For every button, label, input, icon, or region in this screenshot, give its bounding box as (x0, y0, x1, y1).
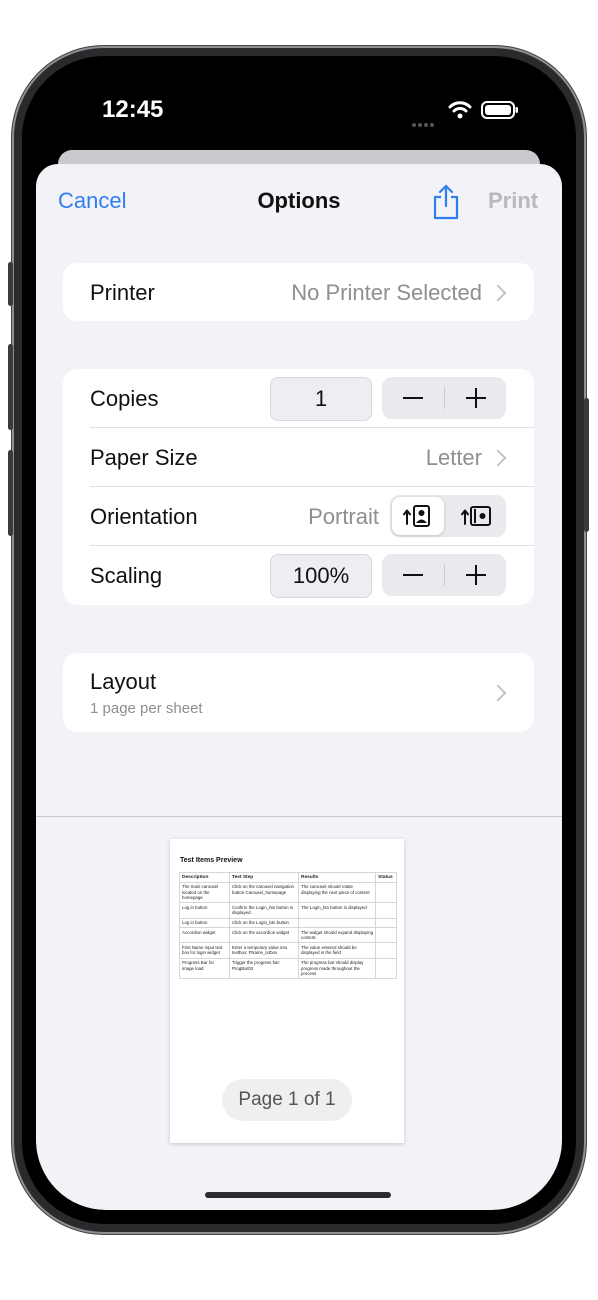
layout-label: Layout (90, 669, 157, 694)
chevron-right-icon (489, 684, 507, 702)
preview-title: Test Items Preview (180, 857, 243, 864)
orientation-label: Orientation (90, 504, 198, 529)
preview-table-cell (375, 927, 397, 944)
preview-column-header: Results (298, 872, 376, 883)
print-preview-page[interactable]: Test Items Preview Description Test Step R… (170, 839, 404, 1143)
divider (90, 545, 534, 546)
preview-table-cell: Enter a temporary value into textbox: FN… (229, 942, 299, 959)
page-indicator: Page 1 of 1 (222, 1079, 352, 1121)
preview-table-row: First Name input text box for login widg… (179, 942, 397, 959)
copies-stepper[interactable] (382, 377, 506, 419)
copies-value[interactable]: 1 (270, 377, 372, 421)
preview-table-row: Log in button Confirm the Login_btn butto… (179, 902, 397, 919)
scaling-stepper[interactable] (382, 554, 506, 596)
preview-table-cell (375, 942, 397, 959)
print-settings-group: Copies 1 Paper Size Letter Orientation P… (63, 369, 534, 605)
preview-table-cell: Log in button (179, 917, 230, 929)
printer-row[interactable]: Printer No Printer Selected (63, 263, 534, 321)
printer-value: No Printer Selected (291, 280, 482, 305)
signal-dots (412, 114, 436, 132)
preview-table-row: Log in button Click on the Login_btn butt… (179, 917, 397, 929)
orientation-value: Portrait (308, 504, 379, 529)
preview-table-cell (298, 917, 376, 929)
preview-table-cell: The value entered should be displayed in… (298, 942, 376, 959)
layout-sublabel: 1 page per sheet (90, 700, 203, 717)
preview-table-cell: The widget should expand displaying cont… (298, 927, 376, 944)
orientation-segmented-control[interactable] (390, 495, 506, 537)
preview-table-cell: First Name input text box for login widg… (179, 942, 230, 959)
copies-label: Copies (90, 386, 159, 411)
print-options-sheet: Cancel Options Print Printer No Printer … (36, 164, 562, 1210)
divider (90, 427, 534, 428)
preview-table-cell: The main carousel located on the homepag… (179, 881, 230, 904)
preview-table-cell: The progress bar should display progress… (298, 957, 376, 980)
preview-table-cell: Click on the accordion widget (229, 927, 299, 944)
volume-down-button (8, 450, 13, 536)
preview-table-cell (375, 902, 397, 919)
preview-table-cell (375, 917, 397, 929)
mute-switch (8, 262, 13, 306)
preview-table-row: Progress Bar for image load Trigger the p… (179, 957, 397, 980)
landscape-orientation-icon[interactable] (460, 504, 492, 528)
preview-table-cell: The carousel should rotate displaying th… (298, 881, 376, 904)
share-icon[interactable] (432, 184, 460, 220)
preview-table-cell (375, 957, 397, 980)
scaling-value[interactable]: 100% (270, 554, 372, 598)
volume-up-button (8, 344, 13, 430)
status-time: 12:45 (102, 96, 164, 123)
preview-table-row: The main carousel located on the homepag… (179, 881, 397, 904)
wifi-icon (448, 101, 472, 119)
minus-icon[interactable] (403, 574, 423, 576)
preview-column-header: Status (375, 872, 397, 883)
preview-table-cell (375, 881, 397, 904)
paper-size-value[interactable]: Letter (426, 445, 482, 471)
preview-table: Description Test Step Results Status The ma… (179, 872, 397, 980)
preview-table-cell: Accordion widget (179, 927, 230, 944)
preview-table-cell: Click on the Login_btn button (229, 917, 299, 929)
portrait-orientation-icon[interactable] (402, 504, 432, 528)
paper-size-label: Paper Size (90, 445, 198, 470)
preview-table-cell: Click on the carousel navigation button … (229, 881, 299, 904)
preview-column-header: Description (179, 872, 230, 883)
preview-divider (36, 816, 562, 817)
preview-table-cell: Log in button (179, 902, 230, 919)
page-title: Options (257, 188, 341, 213)
divider (90, 486, 534, 487)
power-button (584, 398, 589, 532)
scaling-label: Scaling (90, 563, 163, 588)
preview-table-cell: The Login_btn button is displayed (298, 902, 376, 919)
preview-table-row: Accordion widget Click on the accordion w… (179, 927, 397, 944)
chevron-right-icon (489, 284, 507, 302)
preview-table-cell: Trigger the progress bar: ProgBar03 (229, 957, 299, 980)
home-indicator[interactable] (205, 1192, 391, 1198)
preview-column-header: Test Step (229, 872, 299, 883)
minus-icon[interactable] (403, 397, 423, 399)
chevron-right-icon[interactable] (489, 449, 507, 467)
preview-table-cell: Confirm the Login_btn button is displaye… (229, 902, 299, 919)
battery-icon (481, 101, 518, 119)
layout-row[interactable]: Layout 1 page per sheet (63, 653, 534, 732)
preview-table-cell: Progress Bar for image load (179, 957, 230, 980)
printer-label: Printer (90, 280, 155, 305)
print-button[interactable]: Print (488, 188, 538, 214)
